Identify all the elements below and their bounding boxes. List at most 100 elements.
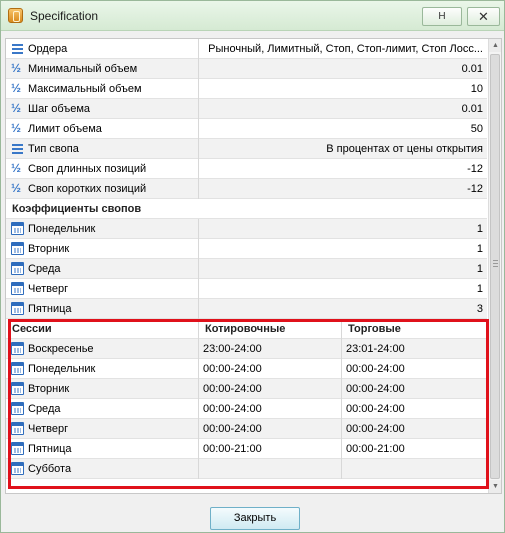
weekday-label: Среда	[6, 259, 199, 279]
swap-coefficient-row[interactable]: Понедельник 1	[6, 219, 487, 239]
quote-session-time: 00:00-21:00	[199, 439, 342, 459]
calendar-icon	[11, 342, 24, 355]
quote-session-time: 00:00-24:00	[199, 379, 342, 399]
trade-session-time: 00:00-21:00	[346, 443, 405, 455]
sessions-header: Сессии Котировочные Торговые	[6, 319, 487, 339]
coefficient-value: 3	[476, 303, 483, 315]
calendar-icon	[11, 302, 24, 315]
calendar-icon	[11, 442, 24, 455]
fraction-icon: ½	[11, 101, 22, 115]
coefficient-value: 1	[476, 243, 483, 255]
quote-session-time: 00:00-24:00	[199, 399, 342, 419]
grip-icon	[493, 260, 498, 268]
specification-window: Specification H ✕ Ордера Рыночный, Лимитн…	[0, 0, 505, 533]
property-row[interactable]: ½ Своп длинных позиций -12	[6, 159, 487, 179]
coefficient-value: 1	[476, 283, 483, 295]
trade-session-time: 00:00-24:00	[346, 403, 405, 415]
calendar-icon	[11, 382, 24, 395]
list-icon	[11, 42, 24, 55]
property-label: ½ Своп коротких позиций	[6, 179, 199, 199]
calendar-icon	[11, 242, 24, 255]
session-day: Понедельник	[6, 359, 199, 379]
property-row[interactable]: ½ Лимит объема 50	[6, 119, 487, 139]
close-icon[interactable]: ✕	[467, 7, 500, 26]
window-title: Specification	[30, 9, 99, 23]
quote-column-header: Котировочные	[199, 319, 342, 339]
specification-grid: Ордера Рыночный, Лимитный, Стоп, Стоп-лим…	[5, 38, 502, 494]
property-row[interactable]: ½ Максимальный объем 10	[6, 79, 487, 99]
calendar-icon	[11, 462, 24, 475]
calendar-icon	[11, 222, 24, 235]
swap-coefficient-row[interactable]: Среда 1	[6, 259, 487, 279]
session-day: Четверг	[6, 419, 199, 439]
property-value: В процентах от цены открытия	[326, 143, 483, 155]
property-label: ½ Лимит объема	[6, 119, 199, 139]
weekday-label: Четверг	[6, 279, 199, 299]
quote-session-time: 00:00-24:00	[199, 359, 342, 379]
calendar-icon	[11, 402, 24, 415]
calendar-icon	[11, 362, 24, 375]
property-row[interactable]: ½ Своп коротких позиций -12	[6, 179, 487, 199]
help-button[interactable]: H	[422, 7, 462, 26]
fraction-icon: ½	[11, 61, 22, 75]
session-day: Вторник	[6, 379, 199, 399]
session-row[interactable]: Пятница 00:00-21:00 00:00-21:00	[6, 439, 487, 459]
calendar-icon	[11, 262, 24, 275]
quote-session-time	[199, 459, 342, 479]
section-header-label: Коэффициенты свопов	[12, 203, 142, 215]
property-value: 10	[470, 83, 483, 95]
scroll-down-icon[interactable]: ▼	[489, 480, 501, 493]
scroll-up-icon[interactable]: ▲	[489, 39, 501, 52]
property-value: 0.01	[461, 103, 483, 115]
session-day: Среда	[6, 399, 199, 419]
property-value: -12	[467, 163, 483, 175]
property-label: ½ Шаг объема	[6, 99, 199, 119]
property-value: 0.01	[461, 63, 483, 75]
property-label: ½ Максимальный объем	[6, 79, 199, 99]
property-row[interactable]: Тип свопа В процентах от цены открытия	[6, 139, 487, 159]
quote-session-time: 23:00-24:00	[199, 339, 342, 359]
vertical-scrollbar[interactable]: ▲ ▼	[488, 39, 501, 493]
trade-session-time: 00:00-24:00	[346, 423, 405, 435]
calendar-icon	[11, 422, 24, 435]
session-row[interactable]: Вторник 00:00-24:00 00:00-24:00	[6, 379, 487, 399]
property-label: ½ Своп длинных позиций	[6, 159, 199, 179]
fraction-icon: ½	[11, 181, 22, 195]
property-row[interactable]: Ордера Рыночный, Лимитный, Стоп, Стоп-лим…	[6, 39, 487, 59]
weekday-label: Понедельник	[6, 219, 199, 239]
property-row[interactable]: ½ Шаг объема 0.01	[6, 99, 487, 119]
weekday-label: Пятница	[6, 299, 199, 319]
property-value: Рыночный, Лимитный, Стоп, Стоп-лимит, Ст…	[208, 43, 483, 55]
session-row[interactable]: Воскресенье 23:00-24:00 23:01-24:00	[6, 339, 487, 359]
session-day: Суббота	[6, 459, 199, 479]
session-row[interactable]: Понедельник 00:00-24:00 00:00-24:00	[6, 359, 487, 379]
swap-coefficient-row[interactable]: Пятница 3	[6, 299, 487, 319]
session-day: Воскресенье	[6, 339, 199, 359]
title-bar[interactable]: Specification H ✕	[1, 1, 504, 31]
property-value: -12	[467, 183, 483, 195]
trade-session-time	[342, 459, 487, 479]
swap-coefficient-row[interactable]: Вторник 1	[6, 239, 487, 259]
property-label: Тип свопа	[6, 139, 199, 159]
sessions-column-header: Сессии	[6, 319, 199, 339]
scroll-thumb[interactable]	[490, 54, 500, 479]
trade-column-header: Торговые	[348, 323, 401, 335]
session-row[interactable]: Четверг 00:00-24:00 00:00-24:00	[6, 419, 487, 439]
trade-session-time: 00:00-24:00	[346, 383, 405, 395]
session-day: Пятница	[6, 439, 199, 459]
fraction-icon: ½	[11, 81, 22, 95]
close-button[interactable]: Закрыть	[210, 507, 300, 530]
session-row[interactable]: Среда 00:00-24:00 00:00-24:00	[6, 399, 487, 419]
trade-session-time: 00:00-24:00	[346, 363, 405, 375]
fraction-icon: ½	[11, 161, 22, 175]
property-row[interactable]: ½ Минимальный объем 0.01	[6, 59, 487, 79]
session-row[interactable]: Суббота	[6, 459, 487, 479]
property-label: Ордера	[6, 39, 199, 59]
calendar-icon	[11, 282, 24, 295]
swap-coefficient-row[interactable]: Четверг 1	[6, 279, 487, 299]
coefficient-value: 1	[476, 223, 483, 235]
swap-coefficients-header: Коэффициенты свопов	[6, 199, 487, 219]
list-icon	[11, 142, 24, 155]
app-icon	[8, 8, 23, 23]
coefficient-value: 1	[476, 263, 483, 275]
